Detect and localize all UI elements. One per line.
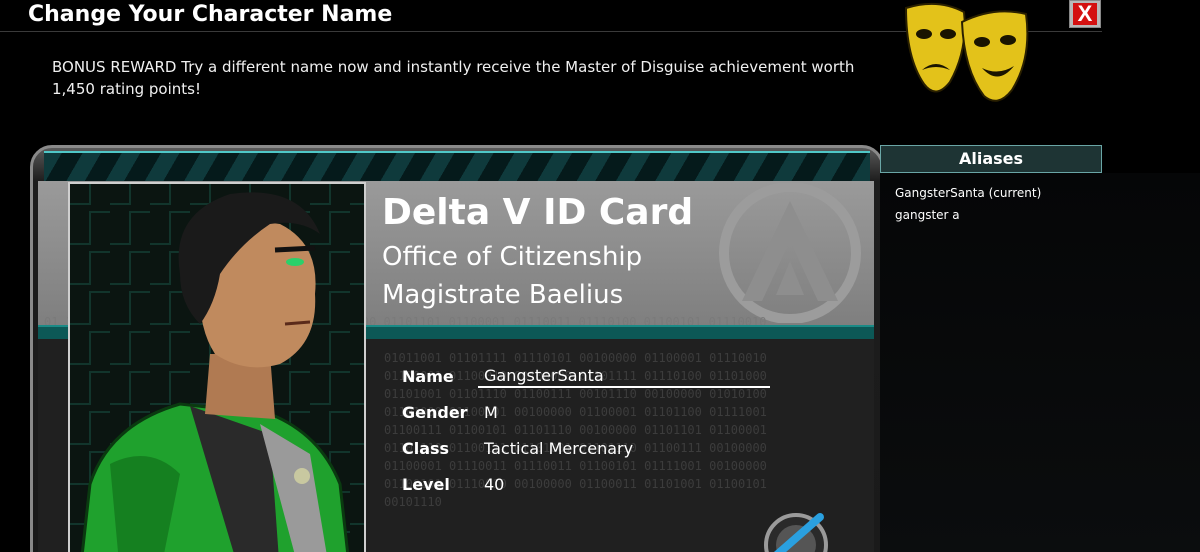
name-input[interactable] bbox=[478, 364, 770, 388]
close-button[interactable]: X bbox=[1069, 0, 1101, 28]
character-portrait bbox=[68, 182, 366, 552]
alias-item[interactable]: gangster a bbox=[895, 208, 960, 222]
card-office: Office of Citizenship bbox=[382, 242, 643, 272]
card-stripes bbox=[44, 151, 870, 181]
aliases-panel bbox=[880, 173, 1200, 552]
card-title: Delta V ID Card bbox=[382, 192, 694, 233]
gender-value: M bbox=[484, 403, 498, 422]
name-label: Name bbox=[402, 367, 454, 386]
confirm-button[interactable] bbox=[758, 507, 828, 552]
class-value: Tactical Mercenary bbox=[484, 439, 634, 458]
close-icon[interactable]: X bbox=[1073, 3, 1097, 25]
window-title: Change Your Character Name bbox=[28, 2, 393, 27]
class-label: Class bbox=[402, 439, 450, 458]
aliases-header: Aliases bbox=[880, 145, 1102, 173]
id-card-inner: 01 11001 01 01111 0110 010 1110010 01100… bbox=[30, 145, 884, 552]
alias-item[interactable]: GangsterSanta (current) bbox=[895, 186, 1041, 200]
level-value: 40 bbox=[484, 475, 505, 494]
theater-masks-icon bbox=[904, 2, 1029, 102]
bonus-reward-text: BONUS REWARD Try a different name now an… bbox=[52, 58, 855, 98]
character-portrait-art bbox=[70, 184, 364, 552]
card-magistrate: Magistrate Baelius bbox=[382, 280, 624, 310]
gender-label: Gender bbox=[402, 403, 468, 422]
level-label: Level bbox=[402, 475, 450, 494]
delta-v-emblem-icon bbox=[719, 183, 861, 323]
